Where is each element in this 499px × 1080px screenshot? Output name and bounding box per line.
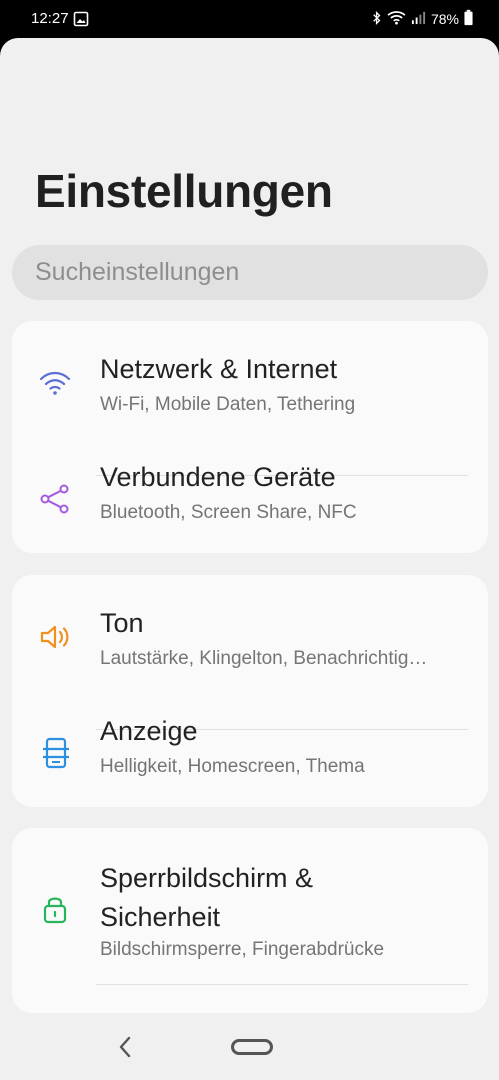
item-title: Verbundene Geräte xyxy=(100,462,336,492)
item-title-line-2: Sicherheit xyxy=(100,902,221,932)
item-subtitle: Helligkeit, Homescreen, Thema xyxy=(100,756,365,777)
home-button[interactable] xyxy=(231,1039,273,1055)
screen: 12:27 78% Einstellungen Sucheinstellunge… xyxy=(0,0,499,1080)
settings-screen: Einstellungen Sucheinstellungen Netzwerk… xyxy=(0,38,499,1080)
status-icons: 78% xyxy=(372,9,473,29)
item-title: Anzeige xyxy=(100,716,198,746)
item-subtitle: Bildschirmsperre, Fingerabdrücke xyxy=(100,939,385,960)
settings-item-sound[interactable]: Ton Lautstärke, Klingelton, Benachrichti… xyxy=(12,575,488,691)
divider xyxy=(96,984,468,985)
settings-item-network-internet[interactable]: Netzwerk & Internet Wi-Fi, Mobile Daten,… xyxy=(12,321,488,437)
search-input[interactable]: Sucheinstellungen xyxy=(12,245,488,300)
bluetooth-icon xyxy=(372,10,382,29)
back-button[interactable] xyxy=(114,1033,136,1061)
lock-icon xyxy=(37,891,73,927)
signal-icon xyxy=(411,10,426,28)
item-title: Netzwerk & Internet xyxy=(100,354,338,384)
wifi-icon xyxy=(387,10,406,28)
settings-item-lockscreen-security[interactable]: Sperrbildschirm & Sicherheit Bildschirms… xyxy=(12,828,488,978)
battery-icon xyxy=(464,9,473,29)
display-icon xyxy=(37,735,73,771)
settings-group-connectivity: Netzwerk & Internet Wi-Fi, Mobile Daten,… xyxy=(12,321,488,553)
back-icon xyxy=(119,1036,131,1058)
item-title: Ton xyxy=(100,608,144,638)
gallery-icon xyxy=(73,11,89,27)
page-title: Einstellungen xyxy=(35,165,333,217)
status-time: 12:27 xyxy=(31,10,69,27)
battery-percentage: 78% xyxy=(430,11,459,27)
item-subtitle: Lautstärke, Klingelton, Benachrichtig… xyxy=(100,648,428,669)
navigation-bar xyxy=(0,1013,499,1080)
settings-item-connected-devices[interactable]: Verbundene Geräte Bluetooth, Screen Shar… xyxy=(12,437,488,553)
item-subtitle: Bluetooth, Screen Share, NFC xyxy=(100,502,357,523)
settings-item-display[interactable]: Anzeige Helligkeit, Homescreen, Thema xyxy=(12,691,488,807)
item-title-line-1: Sperrbildschirm & xyxy=(100,863,314,893)
settings-group-sound-display: Ton Lautstärke, Klingelton, Benachrichti… xyxy=(12,575,488,807)
share-icon xyxy=(37,481,73,517)
settings-group-security: Sperrbildschirm & Sicherheit Bildschirms… xyxy=(12,828,488,1013)
status-bar: 12:27 78% xyxy=(0,0,499,38)
speaker-icon xyxy=(37,619,73,655)
wifi-icon xyxy=(37,365,73,401)
item-subtitle: Wi-Fi, Mobile Daten, Tethering xyxy=(100,394,356,415)
